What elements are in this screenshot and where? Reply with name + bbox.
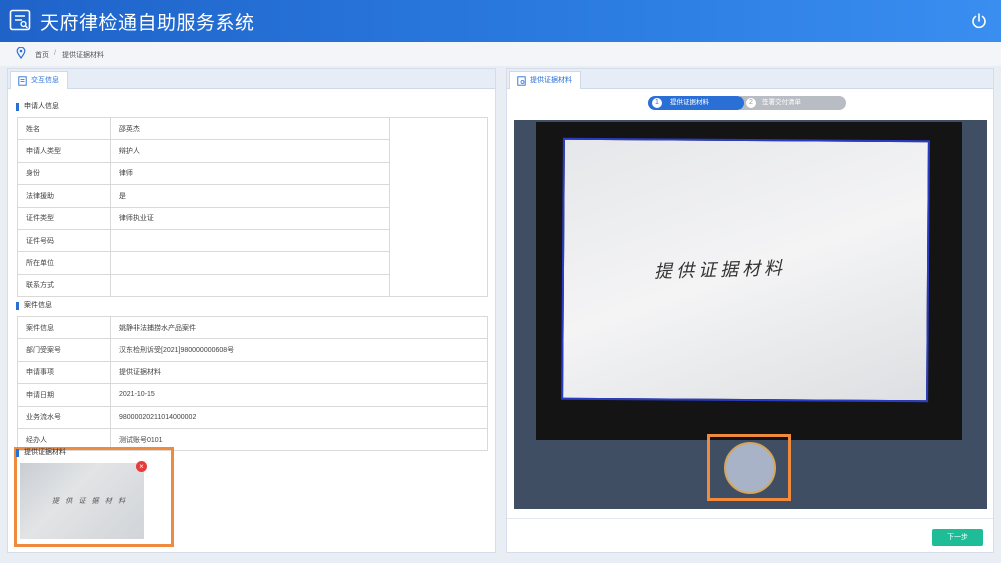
row-value: 律师执业证 <box>109 206 391 230</box>
row-label: 证件类型 <box>17 206 111 230</box>
row-label: 申请日期 <box>17 383 111 407</box>
camera-feed: 提供证据材料 <box>536 122 962 440</box>
evidence-thumbnail-highlight: 提 供 证 据 材 料 × <box>14 447 174 547</box>
footer-divider <box>507 518 993 519</box>
document-list-icon <box>9 9 31 31</box>
step-1-active: 1 提供证据材料 <box>648 96 744 110</box>
tab-provide-evidence[interactable]: 提供证据材料 <box>509 71 581 89</box>
row-label: 申请事项 <box>17 360 111 385</box>
row-label: 身份 <box>17 161 111 186</box>
document-icon <box>18 76 27 86</box>
row-label: 姓名 <box>17 116 111 141</box>
section-applicant-info: 申请人信息 <box>16 102 59 112</box>
row-label: 证件号码 <box>17 228 111 253</box>
capture-button[interactable] <box>724 442 776 494</box>
next-button[interactable]: 下一步 <box>932 529 983 546</box>
evidence-thumbnail[interactable]: 提 供 证 据 材 料 <box>20 463 144 539</box>
delete-thumbnail-icon[interactable]: × <box>136 461 147 472</box>
row-value: 律师 <box>109 161 391 186</box>
section-case-info: 案件信息 <box>16 301 52 311</box>
shutter-highlight <box>707 434 791 501</box>
row-label: 案件信息 <box>17 315 111 340</box>
row-label: 联系方式 <box>17 273 111 298</box>
detected-document: 提供证据材料 <box>561 137 930 403</box>
step-number: 2 <box>746 98 756 108</box>
row-value <box>109 228 391 253</box>
row-value: 辩护人 <box>109 139 391 163</box>
app-header: 天府律检通自助服务系统 <box>0 0 1001 42</box>
step-2: 2 签署交付清单 <box>740 96 846 110</box>
case-info-table: 案件信息 姚静非法捕捞水产品案件 部门受案号 汉东检刑诉受[2021]98000… <box>17 315 488 452</box>
table-row: 业务流水号 98000020211014000002 <box>17 405 488 429</box>
document-handwriting: 提供证据材料 <box>653 257 787 283</box>
row-value: 2021-10-15 <box>110 383 488 407</box>
row-value: 98000020211014000002 <box>110 405 488 429</box>
table-row: 姓名 邵英杰 <box>17 116 488 298</box>
step-number: 1 <box>652 98 662 108</box>
table-row: 案件信息 姚静非法捕捞水产品案件 <box>17 315 488 340</box>
step-label: 提供证据材料 <box>670 99 709 106</box>
row-value: 提供证据材料 <box>110 360 488 385</box>
photo-cell <box>389 116 488 298</box>
step-label: 签署交付清单 <box>762 99 801 106</box>
left-tab-bar: 交互信息 <box>8 69 495 89</box>
tab-label: 交互信息 <box>31 77 59 84</box>
row-value: 邵英杰 <box>109 116 391 141</box>
table-row: 申请事项 提供证据材料 <box>17 360 488 385</box>
row-label: 业务流水号 <box>17 405 111 429</box>
table-row: 申请日期 2021-10-15 <box>17 383 488 407</box>
row-value: 是 <box>109 184 391 208</box>
tab-label: 提供证据材料 <box>530 77 572 84</box>
row-value: 汉东检刑诉受[2021]980000000608号 <box>110 338 488 362</box>
applicant-info-table: 姓名 邵英杰 申请人类型 辩护人 身份 律师 法律援助 是 证件类型 律师执业证… <box>17 116 488 298</box>
breadcrumb-home-link[interactable]: 首页 <box>35 50 49 60</box>
row-label: 申请人类型 <box>17 139 111 163</box>
tab-interaction-info[interactable]: 交互信息 <box>10 71 68 89</box>
row-label: 法律援助 <box>17 184 111 208</box>
row-value <box>109 251 391 275</box>
breadcrumb-current: 提供证据材料 <box>62 52 104 59</box>
document-search-icon <box>517 76 526 86</box>
location-pin-icon <box>16 47 26 59</box>
row-label: 部门受案号 <box>17 338 111 362</box>
row-value <box>109 273 391 298</box>
breadcrumb-separator: / <box>54 50 56 57</box>
section-evidence: 提供证据材料 <box>16 448 66 458</box>
right-tab-bar: 提供证据材料 <box>507 69 993 89</box>
table-row: 部门受案号 汉东检刑诉受[2021]980000000608号 <box>17 338 488 362</box>
row-value: 姚静非法捕捞水产品案件 <box>110 315 488 340</box>
row-label: 所在单位 <box>17 251 111 275</box>
thumbnail-text: 提 供 证 据 材 料 <box>52 497 128 505</box>
breadcrumb: 首页 / 提供证据材料 <box>0 42 1001 66</box>
app-title: 天府律检通自助服务系统 <box>40 12 255 34</box>
power-icon[interactable] <box>970 12 988 30</box>
step-indicator: 2 签署交付清单 1 提供证据材料 <box>648 96 848 110</box>
